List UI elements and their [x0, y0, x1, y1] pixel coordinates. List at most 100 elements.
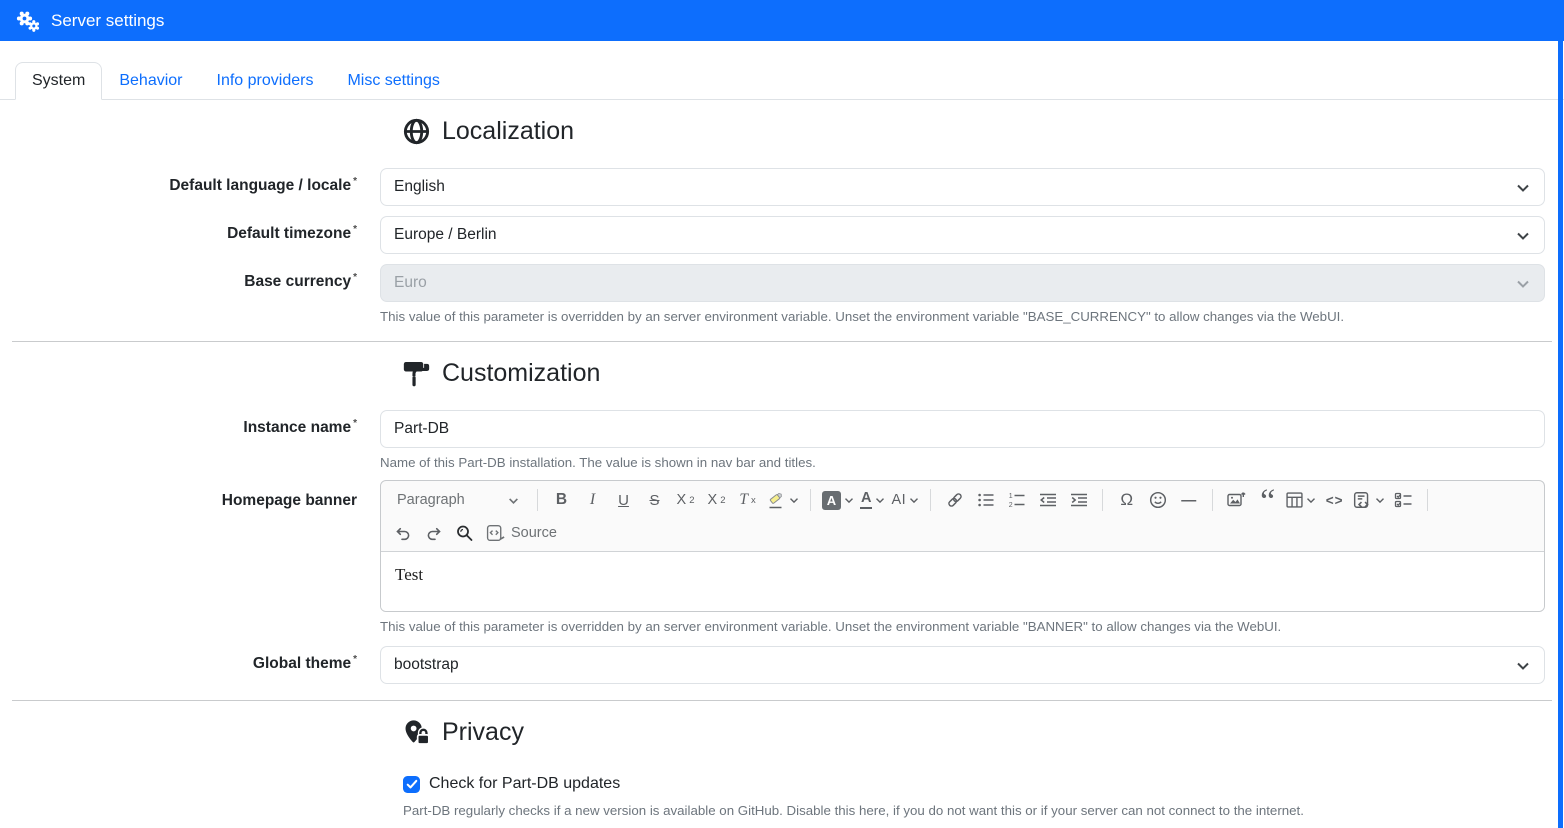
bulleted-list-icon	[977, 492, 995, 508]
chevron-down-icon	[789, 496, 799, 504]
language-label: Default language / locale*	[0, 168, 380, 195]
undo-button[interactable]	[387, 518, 418, 548]
homepage-banner-help-text: This value of this parameter is overridd…	[380, 619, 1545, 634]
tab-info-providers[interactable]: Info providers	[200, 62, 331, 100]
bold-button[interactable]: B	[546, 485, 577, 515]
indent-button[interactable]	[1063, 485, 1094, 515]
numbered-list-icon: 1 2	[1008, 492, 1026, 508]
updates-check-row: Check for Part-DB updates	[403, 775, 1564, 793]
bulleted-list-button[interactable]	[970, 485, 1001, 515]
editor-content-area[interactable]: Test	[381, 551, 1544, 611]
chevron-down-icon	[1306, 496, 1316, 504]
numbered-list-button[interactable]: 1 2	[1001, 485, 1032, 515]
block-quote-button[interactable]: “	[1252, 485, 1283, 515]
strikethrough-button[interactable]: S	[639, 485, 670, 515]
subscript-button[interactable]: X2	[670, 485, 701, 515]
currency-select-value: Euro	[394, 274, 427, 292]
chevron-down-icon	[508, 496, 519, 505]
paint-roller-icon	[403, 360, 430, 387]
currency-select: Euro	[380, 264, 1545, 302]
superscript-button[interactable]: X2	[701, 485, 732, 515]
emoji-button[interactable]	[1142, 485, 1173, 515]
privacy-section-header: Privacy	[403, 715, 1564, 749]
timezone-row: Default timezone* Europe / Berlin	[0, 216, 1545, 254]
toolbar-separator	[930, 489, 931, 511]
server-settings-page: Server settings System Behavior Info pro…	[0, 0, 1564, 828]
font-background-color-button[interactable]: A	[819, 485, 857, 515]
section-title: Localization	[442, 117, 574, 146]
updates-checkbox[interactable]	[403, 776, 420, 793]
find-replace-button[interactable]	[449, 518, 480, 548]
redo-icon	[425, 526, 443, 541]
source-icon	[486, 524, 506, 542]
global-theme-label: Global theme*	[0, 646, 380, 673]
code-block-button[interactable]	[1350, 485, 1388, 515]
chevron-down-icon	[909, 496, 919, 504]
language-select[interactable]: English	[380, 168, 1545, 206]
homepage-banner-row: Homepage banner Paragraph B I U S X2 X2 …	[0, 480, 1545, 634]
page-title: Server settings	[51, 11, 164, 31]
outdent-button[interactable]	[1032, 485, 1063, 515]
timezone-select[interactable]: Europe / Berlin	[380, 216, 1545, 254]
currency-help-text: This value of this parameter is overridd…	[380, 309, 1545, 324]
editor-toolbar-row-2: Source	[381, 517, 1544, 551]
settings-tabs: System Behavior Info providers Misc sett…	[0, 62, 1564, 100]
toolbar-separator	[537, 489, 538, 511]
updates-help-text: Part-DB regularly checks if a new versio…	[403, 803, 1545, 818]
link-icon	[946, 491, 964, 509]
code-button[interactable]: <>	[1319, 485, 1350, 515]
global-theme-row: Global theme* bootstrap	[0, 646, 1545, 684]
tab-behavior[interactable]: Behavior	[102, 62, 199, 100]
global-theme-select-value: bootstrap	[394, 656, 459, 674]
editor-text: Test	[395, 565, 423, 584]
updates-checkbox-label[interactable]: Check for Part-DB updates	[429, 775, 620, 793]
emoji-icon	[1149, 491, 1167, 509]
check-icon	[406, 779, 418, 790]
remove-format-button[interactable]: Tx	[732, 485, 763, 515]
find-replace-icon	[455, 524, 474, 542]
tab-system[interactable]: System	[15, 62, 102, 100]
toolbar-separator	[1212, 489, 1213, 511]
location-pin-lock-icon	[403, 719, 430, 746]
source-button[interactable]: Source	[480, 518, 563, 548]
instance-name-row: Instance name* Name of this Part-DB inst…	[0, 410, 1545, 470]
chevron-down-icon	[875, 496, 885, 504]
highlight-button[interactable]	[763, 485, 802, 515]
link-button[interactable]	[939, 485, 970, 515]
rich-text-editor: Paragraph B I U S X2 X2 Tx	[380, 480, 1545, 612]
redo-button[interactable]	[418, 518, 449, 548]
localization-section-header: Localization	[403, 114, 1564, 148]
outdent-icon	[1039, 492, 1057, 508]
italic-button[interactable]: I	[577, 485, 608, 515]
insert-image-button[interactable]	[1221, 485, 1252, 515]
chevron-down-icon	[1516, 231, 1530, 241]
block-quote-icon: “	[1260, 499, 1275, 513]
section-title: Privacy	[442, 718, 524, 747]
svg-text:1: 1	[1008, 493, 1012, 500]
horizontal-line-button[interactable]: —	[1173, 485, 1204, 515]
font-color-icon: A	[860, 491, 872, 509]
chevron-down-icon	[1516, 661, 1530, 671]
tab-misc-settings[interactable]: Misc settings	[330, 62, 456, 100]
chevron-down-icon	[1375, 496, 1385, 504]
globe-icon	[403, 118, 430, 145]
paragraph-dropdown[interactable]: Paragraph	[387, 485, 529, 515]
customization-section-header: Customization	[403, 356, 1564, 390]
todo-list-button[interactable]	[1388, 485, 1419, 515]
insert-table-button[interactable]	[1283, 485, 1319, 515]
editor-toolbar-row-1: Paragraph B I U S X2 X2 Tx	[381, 481, 1544, 517]
section-divider	[12, 700, 1552, 701]
section-divider	[12, 341, 1552, 342]
toolbar-separator	[1427, 489, 1428, 511]
font-color-button[interactable]: A	[857, 485, 888, 515]
chevron-down-icon	[844, 496, 854, 504]
font-size-button[interactable]: AI	[888, 485, 922, 515]
font-background-color-icon: A	[822, 491, 841, 510]
instance-name-input[interactable]	[380, 410, 1545, 448]
special-characters-button[interactable]: Ω	[1111, 485, 1142, 515]
underline-button[interactable]: U	[608, 485, 639, 515]
global-theme-select[interactable]: bootstrap	[380, 646, 1545, 684]
todo-list-icon	[1394, 492, 1413, 508]
insert-table-icon	[1286, 492, 1303, 508]
scrollbar[interactable]	[1558, 0, 1563, 828]
